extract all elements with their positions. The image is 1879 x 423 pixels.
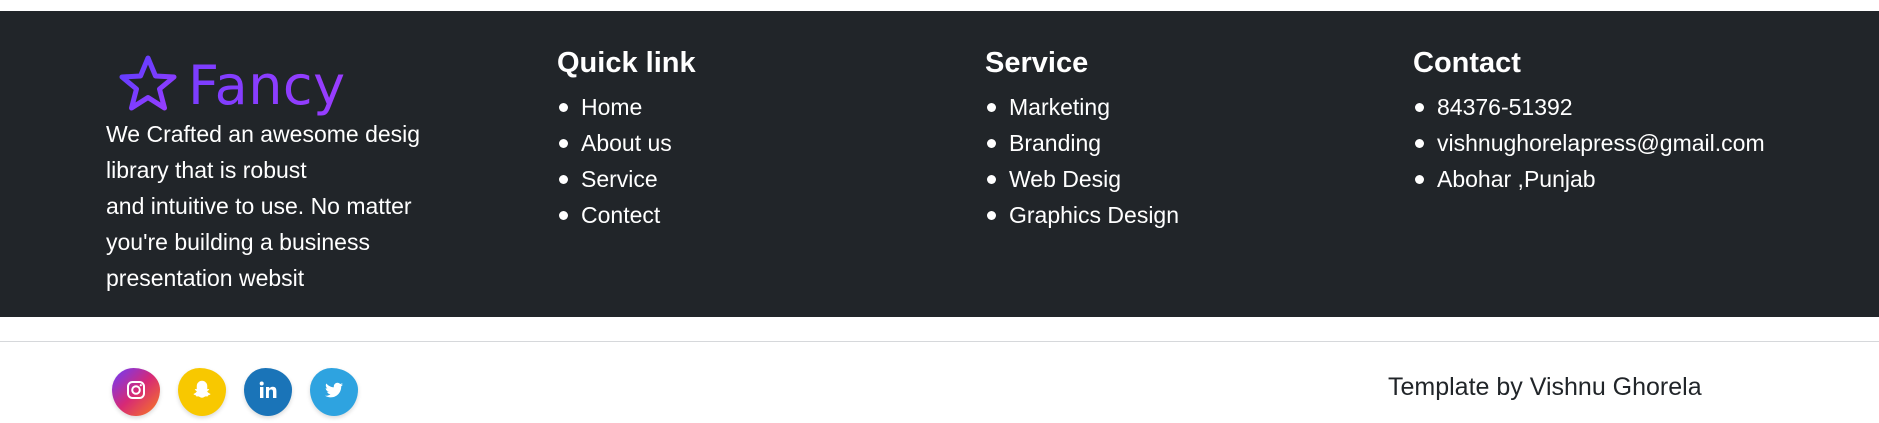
service-list: Marketing Branding Web Desig Graphics De… <box>985 89 1179 233</box>
about-line: We Crafted an awesome desig <box>106 121 421 147</box>
quick-links-list: Home About us Service Contect <box>557 89 696 233</box>
snapchat-button[interactable] <box>178 368 226 416</box>
quick-links-column: Quick link Home About us Service Contect <box>557 41 696 233</box>
footer-divider <box>0 341 1879 342</box>
star-outline-icon <box>116 52 180 121</box>
service-item-graphics-design[interactable]: Graphics Design <box>985 197 1179 233</box>
footer: Fancy We Crafted an awesome desig librar… <box>0 11 1879 317</box>
service-item-branding[interactable]: Branding <box>985 125 1179 161</box>
about-line: and intuitive to use. No matter <box>106 193 412 219</box>
contact-email[interactable]: vishnughorelapress@gmail.com <box>1413 125 1765 161</box>
about-text: We Crafted an awesome desig library that… <box>106 116 456 296</box>
quick-link-service[interactable]: Service <box>557 161 696 197</box>
instagram-icon <box>124 378 148 407</box>
brand-name: Fancy <box>188 54 346 117</box>
template-credit: Template by Vishnu Ghorela <box>1388 373 1702 401</box>
service-item-marketing[interactable]: Marketing <box>985 89 1179 125</box>
contact-address: Abohar ,Punjab <box>1413 161 1765 197</box>
service-title: Service <box>985 47 1089 79</box>
brand-logo[interactable]: Fancy <box>116 51 346 121</box>
about-line: presentation websit <box>106 265 305 291</box>
quick-link-home[interactable]: Home <box>557 89 696 125</box>
service-column: Service Marketing Branding Web Desig Gra… <box>985 41 1179 233</box>
contact-title: Contact <box>1413 47 1521 79</box>
twitter-button[interactable] <box>310 368 358 416</box>
contact-phone[interactable]: 84376-51392 <box>1413 89 1765 125</box>
snapchat-icon <box>190 378 214 407</box>
about-line: you're building a business <box>106 229 370 255</box>
instagram-button[interactable] <box>112 368 160 416</box>
about-line: library that is robust <box>106 157 307 183</box>
quick-link-contact[interactable]: Contect <box>557 197 696 233</box>
contact-list: 84376-51392 vishnughorelapress@gmail.com… <box>1413 89 1765 197</box>
quick-links-title: Quick link <box>557 47 696 79</box>
linkedin-button[interactable] <box>244 368 292 416</box>
quick-link-about[interactable]: About us <box>557 125 696 161</box>
linkedin-icon <box>256 378 280 407</box>
service-item-web-design[interactable]: Web Desig <box>985 161 1179 197</box>
contact-column: Contact 84376-51392 vishnughorelapress@g… <box>1413 41 1765 197</box>
social-links <box>112 368 358 416</box>
twitter-icon <box>322 378 346 407</box>
